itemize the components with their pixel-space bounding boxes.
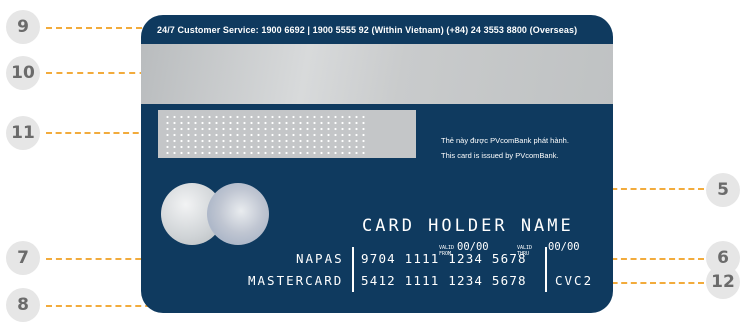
callout-badge-7: 7	[6, 241, 40, 275]
card-back: 24/7 Customer Service: 1900 6692 | 1900 …	[141, 15, 613, 313]
callout-badge-5: 5	[706, 173, 740, 207]
cvc2-label: CVC2	[555, 273, 594, 288]
card-holder-name: CARD HOLDER NAME	[362, 216, 574, 236]
mastercard-card-number: 5412 1111 1234 5678	[361, 273, 527, 288]
callout-badge-9: 9	[6, 10, 40, 44]
napas-label: NAPAS	[296, 251, 344, 266]
callout-badge-8: 8	[6, 288, 40, 322]
callout-badge-11: 11	[6, 116, 40, 150]
issuer-note-vi: Thẻ này được PVcomBank phát hành.	[441, 136, 569, 145]
leader-line-10	[46, 72, 156, 74]
valid-thru-value: 00/00	[548, 241, 580, 253]
mastercard-label: MASTERCARD	[248, 273, 344, 288]
callout-badge-10: 10	[6, 56, 40, 90]
issuer-note-en: This card is issued by PVcomBank.	[441, 151, 559, 160]
number-divider-left	[352, 247, 354, 292]
signature-panel-pattern	[164, 114, 369, 154]
napas-card-number: 9704 1111 1234 5678	[361, 251, 527, 266]
leader-line-9	[46, 27, 152, 29]
magnetic-stripe	[141, 44, 613, 104]
hologram-circle-right	[207, 183, 269, 245]
callout-badge-12: 12	[706, 265, 740, 299]
number-divider-right	[545, 247, 547, 292]
leader-line-12	[602, 282, 704, 284]
customer-service-line: 24/7 Customer Service: 1900 6692 | 1900 …	[157, 25, 578, 35]
hologram	[161, 183, 281, 245]
signature-panel	[158, 110, 416, 158]
